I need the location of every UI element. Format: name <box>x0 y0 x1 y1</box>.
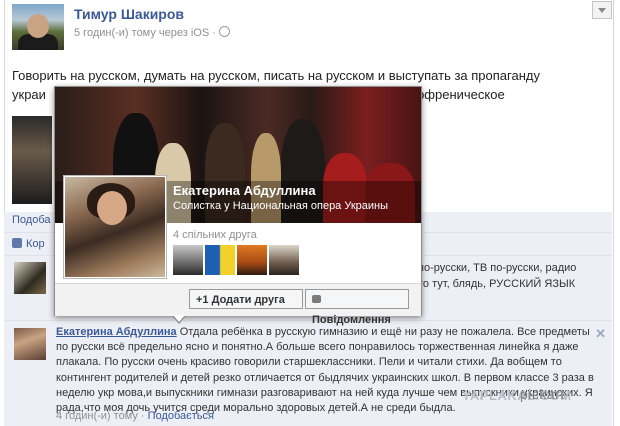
avatar-face <box>27 14 49 38</box>
watermark: YAPLAKAL.COM pickart <box>462 386 572 403</box>
comment2-time: 4 годин(-и) тому · <box>56 410 148 422</box>
mutual-friend-avatar[interactable] <box>237 245 267 275</box>
globe-icon <box>218 26 230 37</box>
comment2-meta: 4 годин(-и) тому · Подобається <box>56 410 214 422</box>
comment2-author-link[interactable]: Екатерина Абдуллина <box>56 326 177 338</box>
post-text-line2-start: украи <box>12 87 46 102</box>
likes-summary[interactable]: Кор <box>12 238 45 250</box>
comment2-avatar[interactable] <box>14 328 46 360</box>
comment1-text: по-русски, ТВ по-русски, радио то тут, б… <box>418 262 577 290</box>
message-icon <box>312 295 321 303</box>
post-text-line1: Говорить на русском, думать на русском, … <box>12 68 540 83</box>
add-friend-button[interactable]: +1 Додати друга <box>189 289 303 309</box>
mutual-friend-avatar[interactable] <box>173 245 203 275</box>
hovercard-profile-picture[interactable] <box>63 175 167 279</box>
close-icon[interactable]: ✕ <box>595 326 606 342</box>
profile-picture-image <box>65 177 165 277</box>
message-button[interactable]: Повідомлення <box>305 289 409 326</box>
thumbs-up-icon <box>12 238 22 248</box>
post-meta-text: 5 годин(-и) тому через iOS · <box>74 27 216 39</box>
profile-hovercard: Екатерина Абдуллина Солистка у Националь… <box>54 86 422 326</box>
post-author-name[interactable]: Тимур Шакиров <box>74 6 184 22</box>
message-button-label: Повідомлення <box>312 314 391 326</box>
mutual-friend-avatar[interactable] <box>205 245 235 275</box>
post-meta: 5 годин(-и) тому через iOS · <box>74 26 230 39</box>
likes-summary-text: Кор <box>26 238 45 250</box>
like-action[interactable]: Подоба <box>12 214 50 226</box>
comment2-like-link[interactable]: Подобається <box>148 410 214 422</box>
post-menu-button[interactable] <box>592 1 612 19</box>
post-text: Говорить на русском, думать на русском, … <box>12 66 597 102</box>
hovercard-subtitle: Солистка у Национальная опера Украины <box>173 200 389 212</box>
mutual-friend-avatar[interactable] <box>269 245 299 275</box>
watermark-overlay: pickart <box>520 386 565 402</box>
comment1-avatar[interactable] <box>14 262 46 294</box>
post-photo[interactable] <box>12 116 52 204</box>
hovercard-pointer <box>172 315 186 324</box>
author-avatar[interactable] <box>12 4 64 50</box>
profile-face <box>97 191 127 225</box>
mutual-friends-label[interactable]: 4 спільних друга <box>173 229 257 241</box>
divider <box>4 320 612 321</box>
hovercard-name[interactable]: Екатерина Абдуллина <box>173 183 316 198</box>
